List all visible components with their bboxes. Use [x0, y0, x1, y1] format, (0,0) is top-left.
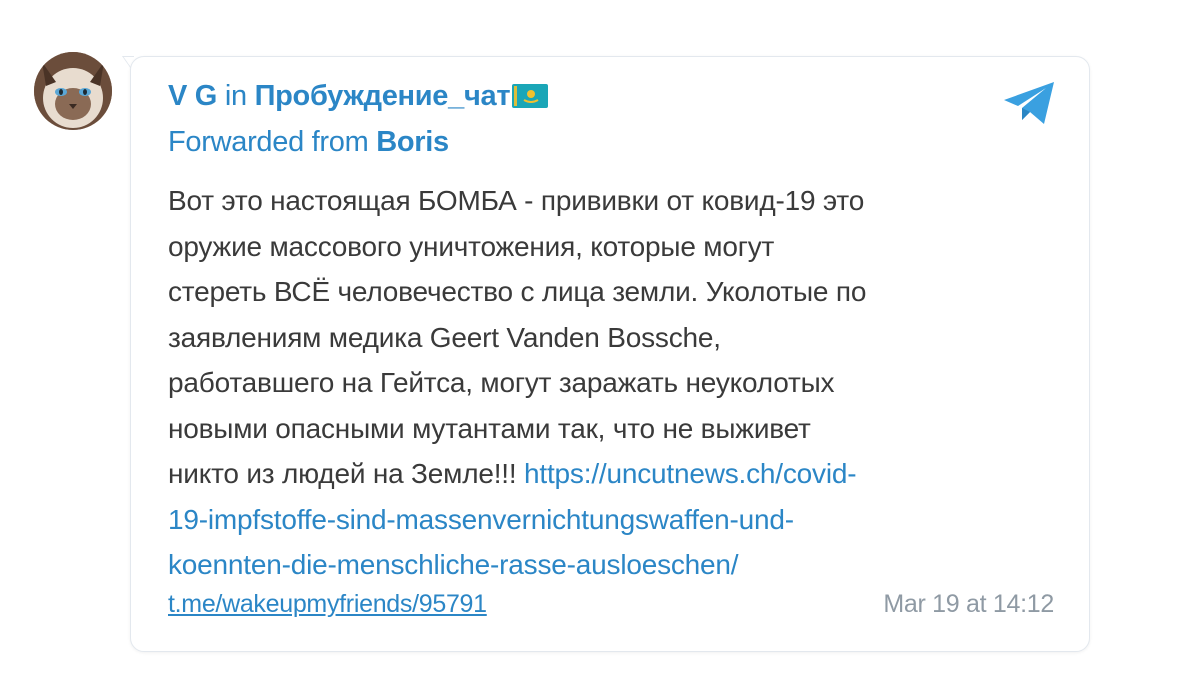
message-link-line: koennten-die-menschliche-rasse-ausloesch… — [168, 542, 1048, 588]
channel-name[interactable]: Пробуждение_чат — [255, 80, 511, 112]
post-timestamp: Mar 19 at 14:12 — [883, 590, 1054, 618]
post-permalink[interactable]: t.me/wakeupmyfriends/95791 — [168, 590, 487, 619]
message-link-part[interactable]: koennten-die-menschliche-rasse-ausloesch… — [168, 549, 739, 580]
in-word: in — [224, 80, 247, 112]
message-line-text: никто из людей на Земле!!! — [168, 458, 517, 489]
avatar[interactable] — [34, 52, 112, 130]
message-link-part[interactable]: https://uncutnews.ch/covid- — [524, 458, 857, 489]
message-link-part[interactable]: 19-impfstoffe-sind-massenvernichtungswaf… — [168, 504, 794, 535]
telegram-share-icon[interactable] — [1002, 80, 1058, 126]
message-line: Вот это настоящая БОМБА - прививки от ко… — [168, 185, 865, 216]
forwarded-from-name[interactable]: Boris — [376, 126, 449, 158]
message-line: стереть ВСЁ человечество с лица земли. У… — [168, 276, 867, 307]
message-body: Вот это настоящая БОМБА - прививки от ко… — [168, 178, 1048, 588]
kazakhstan-flag-icon — [512, 84, 549, 108]
message-line: заявлениям медика Geert Vanden Bossche, — [168, 321, 721, 353]
forwarded-line: Forwarded from Boris — [168, 126, 449, 159]
message-line: оружие массового уничтожения, которые мо… — [168, 230, 775, 262]
cat-avatar-image — [34, 52, 112, 130]
forwarded-prefix: Forwarded from — [168, 126, 369, 158]
message-line: работавшего на Гейтса, могут заражать не… — [168, 367, 835, 398]
author-name[interactable]: V G — [168, 80, 217, 112]
message-link-line: 19-impfstoffe-sind-massenvernichtungswaf… — [168, 497, 1048, 543]
message-line: новыми опасными мутантами так, что не вы… — [168, 412, 811, 444]
post-header: V G in Пробуждение_чат — [168, 80, 549, 113]
message-line-with-link: никто из людей на Земле!!! https://uncut… — [168, 451, 1048, 497]
